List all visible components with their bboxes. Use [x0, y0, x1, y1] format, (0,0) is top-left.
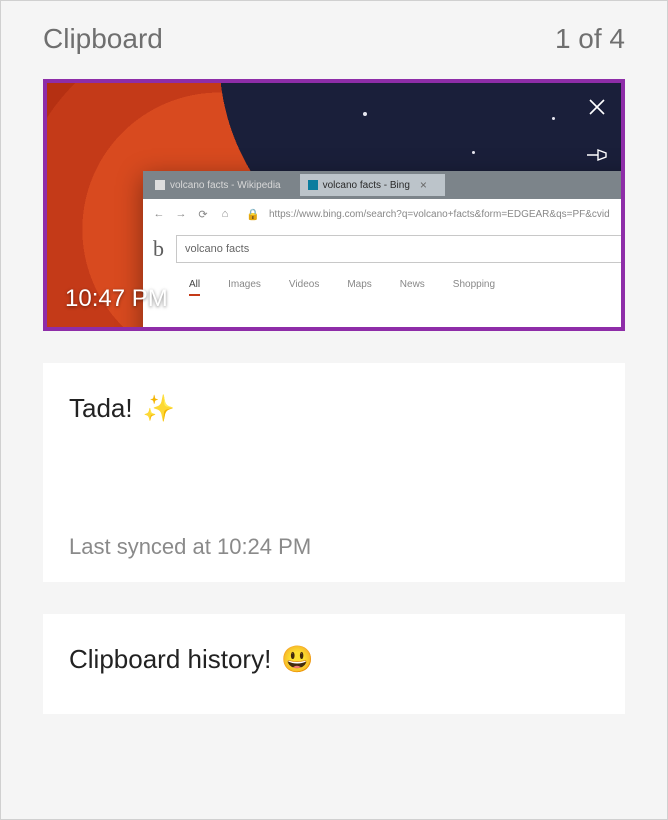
item-counter: 1 of 4: [555, 23, 625, 55]
sync-status: Last synced at 10:24 PM: [69, 534, 599, 560]
clip-text: Clipboard history!: [69, 644, 271, 675]
browser-window-mock: volcano facts - Wikipedia volcano facts …: [143, 171, 621, 327]
clipboard-item-text[interactable]: Clipboard history! 😃: [43, 614, 625, 714]
pin-button[interactable]: [583, 141, 611, 169]
clipboard-item-image[interactable]: volcano facts - Wikipedia volcano facts …: [43, 79, 625, 331]
delete-button[interactable]: [583, 93, 611, 121]
screenshot-thumbnail: volcano facts - Wikipedia volcano facts …: [47, 83, 621, 327]
pin-icon: [586, 146, 608, 164]
item-timestamp: 10:47 PM: [65, 285, 168, 313]
panel-title: Clipboard: [43, 23, 163, 55]
clipboard-item-text[interactable]: Tada! ✨ Last synced at 10:24 PM: [43, 363, 625, 582]
grinning-emoji: 😃: [281, 644, 313, 675]
clip-text: Tada!: [69, 393, 133, 424]
browser-tab-label: volcano facts - Wikipedia: [170, 180, 281, 191]
panel-header: Clipboard 1 of 4: [1, 1, 667, 79]
clipboard-panel: Clipboard 1 of 4 volcano facts - Wikiped…: [0, 0, 668, 820]
sparkles-emoji: ✨: [143, 393, 175, 424]
clipboard-list[interactable]: volcano facts - Wikipedia volcano facts …: [1, 79, 667, 819]
close-icon: [587, 97, 607, 117]
search-query-text: volcano facts: [185, 243, 249, 255]
browser-tab-label: volcano facts - Bing: [323, 180, 410, 191]
address-bar-text: https://www.bing.com/search?q=volcano+fa…: [269, 209, 621, 220]
